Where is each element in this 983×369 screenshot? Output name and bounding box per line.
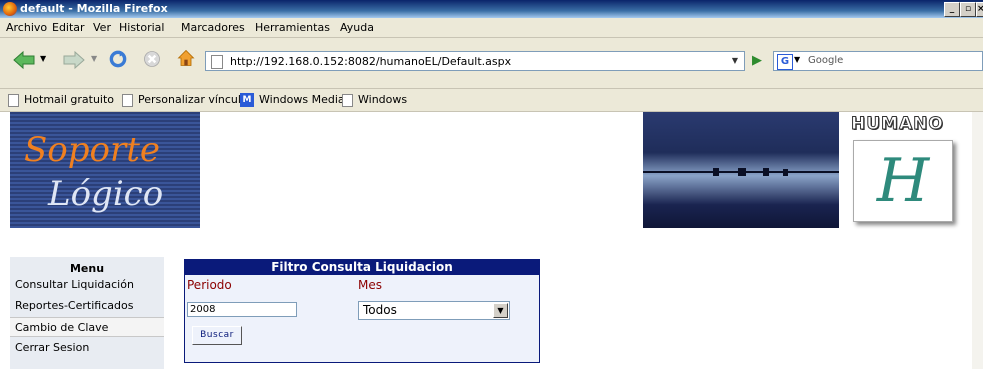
window-title: default - Mozilla Firefox (20, 2, 168, 15)
url-dropdown-icon[interactable]: ▼ (728, 54, 742, 68)
menu-bar: Archivo Editar Ver Historial Marcadores … (0, 18, 983, 38)
mes-label: Mes (358, 278, 382, 292)
bookmark-personalizar[interactable]: Personalizar vínculos (122, 93, 253, 107)
soporte-logico-logo: Soporte Lógico (10, 112, 200, 228)
forward-icon[interactable] (62, 50, 86, 70)
buscar-button[interactable]: Buscar (192, 326, 242, 345)
menu-marcadores[interactable]: Marcadores (181, 21, 245, 34)
forward-dropdown-icon[interactable]: ▼ (91, 54, 97, 63)
url-bar[interactable]: http://192.168.0.152:8082/humanoEL/Defau… (205, 51, 745, 71)
menu-item-consultar-liquidacion[interactable]: Consultar Liquidación (10, 275, 164, 295)
search-box[interactable]: G ▼ Google (773, 51, 983, 71)
menu-archivo[interactable]: Archivo (6, 21, 47, 34)
periodo-input[interactable]: 2008 (187, 302, 297, 317)
home-icon[interactable] (174, 48, 198, 68)
humano-logo: HUMANO H (843, 112, 983, 232)
menu-title: Menu (69, 262, 105, 275)
back-dropdown-icon[interactable]: ▼ (40, 54, 46, 63)
bookmark-windows[interactable]: Windows (342, 93, 407, 107)
page-icon (342, 93, 353, 107)
filter-title: Filtro Consulta Liquidacion (185, 260, 539, 275)
page-icon (211, 55, 223, 69)
page-icon (122, 93, 133, 107)
menu-editar[interactable]: Editar (52, 21, 85, 34)
mes-selected-value: Todos (363, 303, 397, 317)
menu-item-cambio-clave[interactable]: Cambio de Clave (10, 317, 164, 337)
menu-item-cerrar-sesion[interactable]: Cerrar Sesion (10, 338, 164, 358)
side-menu: Menu Consultar Liquidación Reportes-Cert… (10, 257, 164, 369)
windows-media-icon: M (240, 93, 254, 107)
menu-herramientas[interactable]: Herramientas (255, 21, 330, 34)
meeting-photo (643, 112, 839, 228)
vertical-scrollbar[interactable] (972, 112, 983, 369)
bookmarks-toolbar: Hotmail gratuito Personalizar vínculos M… (0, 89, 983, 112)
bookmark-hotmail[interactable]: Hotmail gratuito (8, 93, 114, 107)
menu-ver[interactable]: Ver (93, 21, 111, 34)
google-icon[interactable]: G (777, 54, 793, 70)
minimize-icon[interactable]: _ (944, 2, 960, 17)
menu-historial[interactable]: Historial (119, 21, 164, 34)
page-banner: Soporte Lógico HUMANO H (10, 112, 983, 232)
stop-icon[interactable] (140, 49, 164, 69)
back-icon[interactable] (12, 50, 36, 70)
close-icon[interactable]: × (976, 2, 983, 17)
search-engine-dropdown-icon[interactable]: ▼ (794, 55, 800, 64)
banner-blank-area (200, 120, 643, 228)
chevron-down-icon[interactable]: ▼ (493, 303, 508, 318)
menu-item-reportes-certificados[interactable]: Reportes-Certificados (10, 296, 164, 316)
reload-icon[interactable] (106, 49, 130, 69)
maximize-icon[interactable]: ▫ (960, 2, 976, 17)
go-icon[interactable]: ▶ (749, 53, 765, 69)
menu-ayuda[interactable]: Ayuda (340, 21, 374, 34)
humano-mark: H (853, 140, 953, 222)
silhouettes-image (643, 168, 839, 176)
filter-panel: Filtro Consulta Liquidacion Periodo Mes … (184, 259, 540, 363)
url-text: http://192.168.0.152:8082/humanoEL/Defau… (230, 55, 512, 68)
periodo-label: Periodo (187, 278, 232, 292)
window-titlebar: default - Mozilla Firefox _ ▫ × (0, 0, 983, 18)
mes-select[interactable]: Todos ▼ (358, 301, 510, 320)
page-icon (8, 93, 19, 107)
search-placeholder: Google (808, 55, 844, 66)
bookmark-windows-media[interactable]: M Windows Media (240, 93, 345, 107)
firefox-icon (3, 2, 17, 16)
